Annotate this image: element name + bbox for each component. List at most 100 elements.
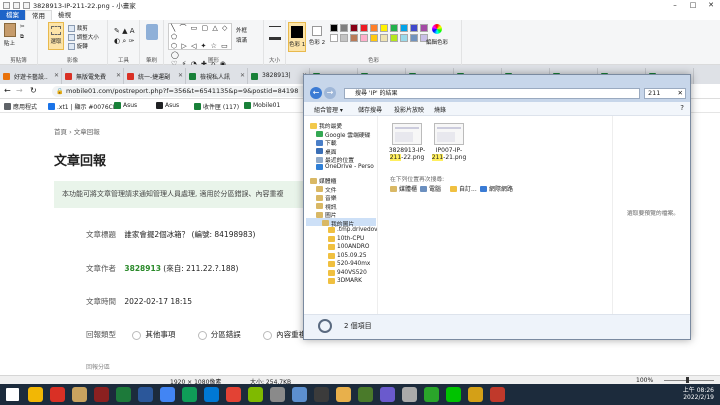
address-breadcrumb[interactable]: 搜尋 'IP' 的結果	[344, 88, 640, 99]
palette-swatch[interactable]	[370, 24, 378, 32]
start-button[interactable]	[6, 388, 19, 401]
help-icon[interactable]: ?	[680, 104, 684, 112]
resize-button[interactable]: 調整大小	[68, 33, 99, 41]
tab-close-icon[interactable]: ✕	[116, 72, 121, 79]
forward-icon[interactable]: →	[16, 86, 23, 95]
taskbar-app-icon[interactable]	[446, 387, 461, 402]
quick-save-icon[interactable]	[13, 1, 20, 9]
breadcrumb-home[interactable]: 首頁	[54, 128, 67, 136]
taskbar-app-icon[interactable]	[248, 387, 263, 402]
radio-duplicate[interactable]	[263, 330, 273, 340]
taskbar-app-icon[interactable]	[314, 387, 329, 402]
palette-swatch[interactable]	[380, 34, 388, 42]
fill-button[interactable]: 填滿	[236, 36, 247, 44]
taskbar-app-icon[interactable]	[72, 387, 87, 402]
bookmark-item[interactable]: Asus	[156, 102, 179, 109]
outline-button[interactable]: 外框	[236, 26, 247, 34]
browser-tab[interactable]: 無版電免費 ✕	[62, 68, 124, 84]
browser-tab[interactable]: 檢視私人訊 ✕	[186, 68, 248, 84]
palette-swatch[interactable]	[350, 24, 358, 32]
palette-swatch[interactable]	[400, 34, 408, 42]
palette-swatch[interactable]	[330, 24, 338, 32]
palette-swatch[interactable]	[360, 34, 368, 42]
taskbar-app-icon[interactable]	[28, 387, 43, 402]
palette-swatch[interactable]	[330, 34, 338, 42]
palette-swatch[interactable]	[400, 24, 408, 32]
palette-swatch[interactable]	[350, 34, 358, 42]
taskbar-app-icon[interactable]	[424, 387, 439, 402]
nav-folder-item[interactable]: 10th-CPU	[328, 235, 364, 242]
rotate-button[interactable]: 旋轉	[68, 42, 88, 50]
nav-folder-item[interactable]: 100ANDRO	[328, 244, 369, 250]
nav-folder-item[interactable]: 105.09.25	[328, 252, 367, 259]
reload-icon[interactable]: ↻	[30, 86, 37, 95]
clear-search-icon[interactable]: ✕	[678, 89, 683, 98]
browser-tab[interactable]: 統一-捷運副 ✕	[124, 68, 186, 84]
palette-swatch[interactable]	[410, 34, 418, 42]
color2-button[interactable]: 色彩 2	[308, 22, 326, 52]
bookmark-item[interactable]: .xt1 | 顯示 #0076CE:	[48, 102, 119, 111]
taskbar-app-icon[interactable]	[402, 387, 417, 402]
color1-button[interactable]: 色彩 1	[288, 22, 306, 52]
taskbar-app-icon[interactable]	[292, 387, 307, 402]
brush-icon[interactable]	[146, 24, 158, 40]
url-field[interactable]: 🔒 mobile01.com/postreport.php?f=356&t=65…	[52, 86, 310, 97]
taskbar-app-icon[interactable]	[358, 387, 373, 402]
palette-swatch[interactable]	[340, 34, 348, 42]
burn-button[interactable]: 燒錄	[434, 105, 446, 114]
breadcrumb-current[interactable]: 文章回報	[74, 128, 100, 136]
nav-folder-item[interactable]: 3DMARK	[328, 278, 362, 284]
radio-other[interactable]	[132, 330, 142, 340]
palette-swatch[interactable]	[390, 34, 398, 42]
maximize-button[interactable]: □	[684, 0, 702, 10]
bookmark-item[interactable]: 應用程式	[4, 102, 37, 111]
author-link[interactable]: 3828913	[124, 264, 161, 273]
save-search-button[interactable]: 儲存搜尋	[358, 105, 382, 114]
back-icon[interactable]: ←	[310, 87, 322, 99]
back-icon[interactable]: ←	[4, 86, 11, 95]
tab-view[interactable]: 檢視	[52, 10, 77, 20]
search-input[interactable]: 211 ✕	[644, 88, 686, 99]
taskbar-app-icon[interactable]	[204, 387, 219, 402]
taskbar-app-icon[interactable]	[138, 387, 153, 402]
taskbar-app-icon[interactable]	[336, 387, 351, 402]
taskbar-app-icon[interactable]	[160, 387, 175, 402]
cut-button[interactable]: ✂	[20, 24, 25, 30]
edit-colors-button[interactable]: 編輯色彩	[426, 38, 448, 46]
nav-folder-item[interactable]: 520-940mx	[328, 261, 370, 267]
bookmark-item[interactable]: Mobile01	[244, 102, 280, 109]
system-clock[interactable]: 上午 08:26 2022/2/19	[683, 387, 714, 401]
taskbar-app-icon[interactable]	[226, 387, 241, 402]
select-button[interactable]: 選取	[48, 22, 64, 50]
close-button[interactable]: ✕	[702, 0, 720, 10]
nav-folder-item[interactable]: 940VS520	[328, 269, 367, 276]
browser-tab[interactable]: 3828913|✕	[248, 68, 310, 84]
palette-swatch[interactable]	[410, 24, 418, 32]
zoom-slider-thumb[interactable]	[686, 377, 689, 383]
palette-swatch[interactable]	[420, 24, 428, 32]
quick-undo-icon[interactable]	[23, 1, 30, 9]
copy-button[interactable]: ⧉	[20, 34, 24, 41]
taskbar-app-icon[interactable]	[468, 387, 483, 402]
size-icon[interactable]	[269, 26, 281, 40]
taskbar-app-icon[interactable]	[94, 387, 109, 402]
tab-close-icon[interactable]: ✕	[178, 72, 183, 79]
tab-home[interactable]: 常用	[25, 10, 52, 20]
paste-button[interactable]: 貼上	[4, 39, 15, 47]
slideshow-button[interactable]: 投影片放映	[394, 105, 424, 114]
palette-swatch[interactable]	[380, 24, 388, 32]
zoom-slider[interactable]	[664, 380, 714, 381]
file-thumbnail[interactable]	[392, 123, 422, 145]
file-name-1[interactable]: 3828913-IP-211-22.png	[387, 147, 427, 161]
forward-icon[interactable]: →	[324, 87, 336, 99]
taskbar-app-icon[interactable]	[182, 387, 197, 402]
palette-swatch[interactable]	[340, 24, 348, 32]
palette-swatch[interactable]	[390, 24, 398, 32]
browser-tab[interactable]: 好遊卡藝設.. ✕	[0, 68, 62, 84]
palette-swatch[interactable]	[360, 24, 368, 32]
taskbar-app-icon[interactable]	[116, 387, 131, 402]
tab-close-icon[interactable]: ✕	[54, 72, 59, 79]
palette-swatch[interactable]	[370, 34, 378, 42]
tab-close-icon[interactable]: ✕	[240, 72, 245, 79]
file-menu-tab[interactable]: 檔案	[0, 10, 25, 20]
